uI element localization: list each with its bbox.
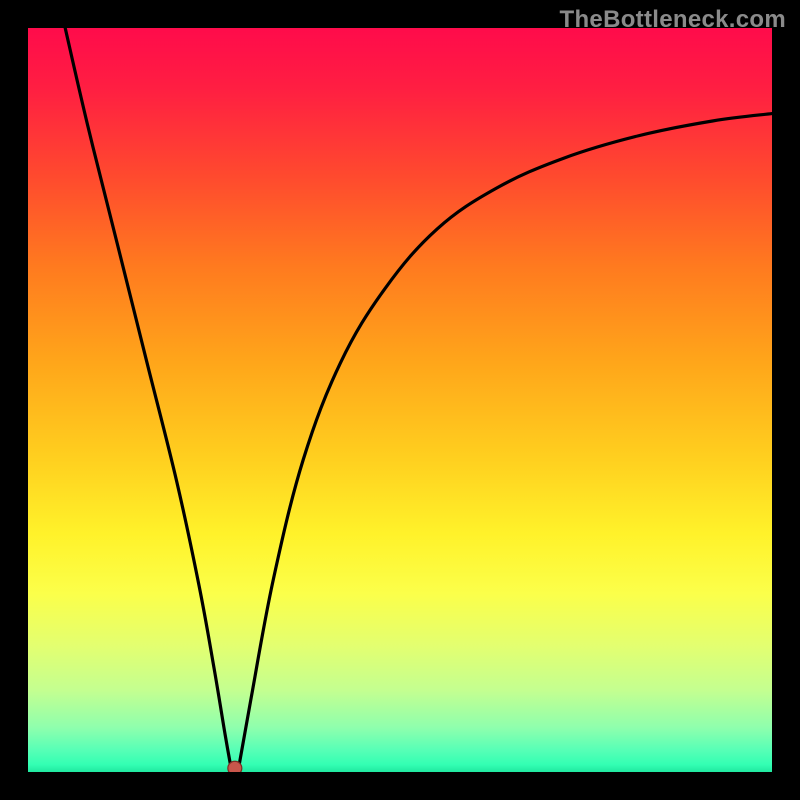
bottleneck-curve-left: [65, 28, 231, 768]
chart-frame: TheBottleneck.com: [0, 0, 800, 800]
marker-dot: [228, 761, 242, 772]
plot-area: [28, 28, 772, 772]
bottleneck-curve-right: [239, 114, 772, 769]
curve-layer: [28, 28, 772, 772]
